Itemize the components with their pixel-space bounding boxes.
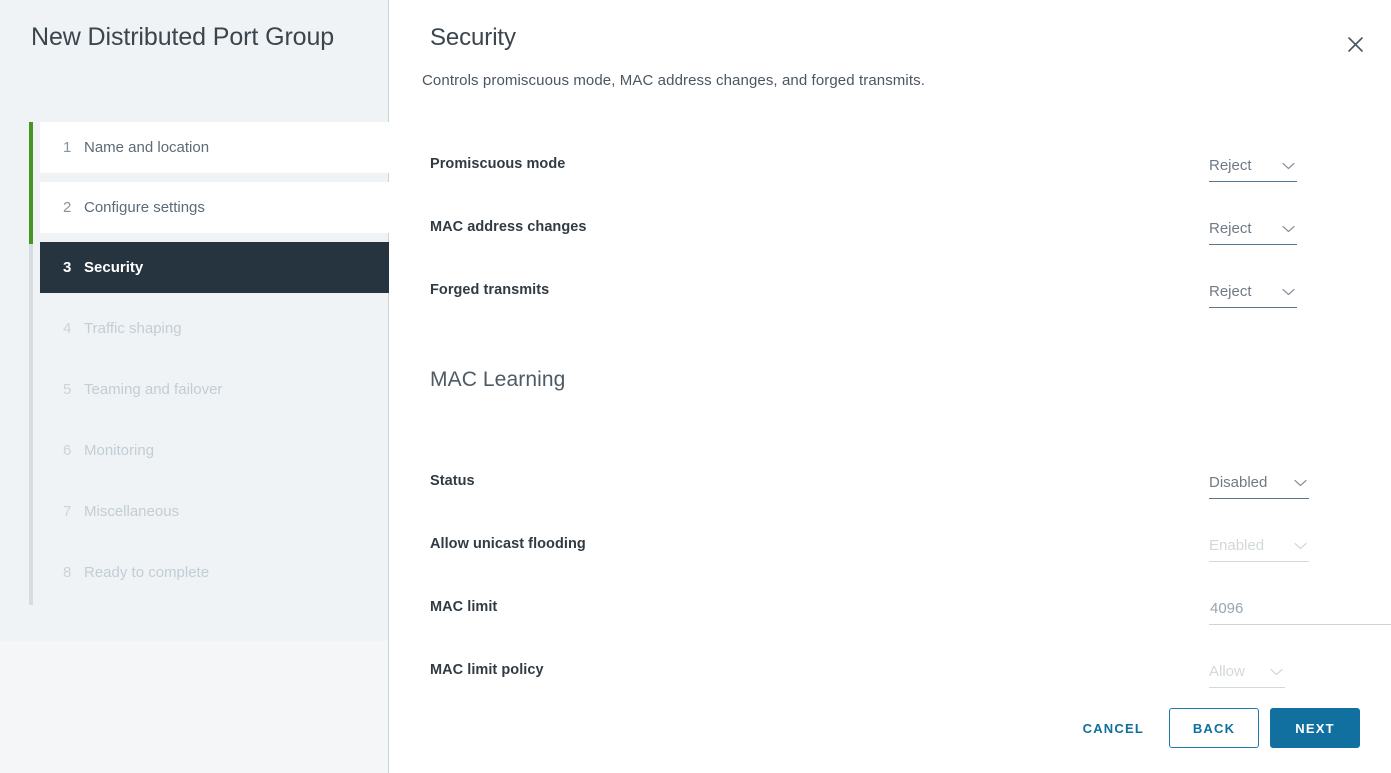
step-gap (0, 476, 389, 486)
cancel-button[interactable]: CANCEL (1069, 708, 1158, 748)
step-number: 2 (63, 199, 72, 216)
chevron-down-icon (1282, 225, 1295, 233)
step-label: Name and location (84, 139, 210, 156)
promiscuous-mode-select[interactable]: Reject (1209, 152, 1297, 182)
step-label: Traffic shaping (84, 320, 182, 337)
back-button[interactable]: BACK (1169, 708, 1259, 748)
form-row-allow-unicast-flooding: Allow unicast flooding Enabled (389, 520, 1391, 583)
new-distributed-port-group-wizard: New Distributed Port Group 1 Name and lo… (0, 0, 1391, 773)
mac-address-changes-select[interactable]: Reject (1209, 215, 1297, 245)
step-gap (0, 293, 389, 303)
allow-unicast-flooding-select: Enabled (1209, 532, 1309, 562)
mac-learning-status-value: Disabled (1209, 474, 1268, 491)
form-row-mac-limit-policy: MAC limit policy Allow (389, 646, 1391, 709)
forged-transmits-value: Reject (1209, 283, 1252, 300)
mac-learning-heading: MAC Learning (430, 368, 566, 391)
form-row-promiscuous-mode: Promiscuous mode Reject (389, 140, 1391, 203)
step-list: 1 Name and location 2 Configure settings… (0, 122, 389, 598)
chevron-down-icon (1282, 288, 1295, 296)
sidebar-item-monitoring: 6 Monitoring (40, 425, 389, 476)
allow-unicast-flooding-field: Enabled (1209, 532, 1309, 562)
chevron-down-icon (1294, 542, 1307, 550)
chevron-down-icon (1270, 668, 1283, 676)
mac-address-changes-value: Reject (1209, 220, 1252, 237)
mac-limit-input[interactable] (1209, 595, 1391, 625)
sidebar-item-miscellaneous: 7 Miscellaneous (40, 486, 389, 537)
step-gap (0, 537, 389, 547)
wizard-title: New Distributed Port Group (31, 23, 335, 51)
chevron-down-icon (1282, 162, 1295, 170)
promiscuous-mode-value: Reject (1209, 157, 1252, 174)
wizard-footer: CANCEL BACK NEXT (1069, 708, 1360, 748)
step-number: 3 (63, 259, 72, 276)
step-number: 8 (63, 564, 72, 581)
sidebar-item-ready-to-complete: 8 Ready to complete (40, 547, 389, 598)
form-row-mac-address-changes: MAC address changes Reject (389, 203, 1391, 266)
step-gap (0, 415, 389, 425)
step-number: 5 (63, 381, 72, 398)
mac-address-changes-field: Reject (1209, 215, 1297, 245)
sidebar-item-teaming-and-failover: 5 Teaming and failover (40, 364, 389, 415)
step-label: Monitoring (84, 442, 155, 459)
mac-limit-policy-field: Allow (1209, 658, 1285, 688)
mac-limit-policy-label: MAC limit policy (430, 662, 544, 678)
promiscuous-mode-field: Reject (1209, 152, 1297, 182)
page-title: Security (430, 24, 516, 51)
chevron-down-icon (1294, 479, 1307, 487)
step-label: Ready to complete (84, 564, 210, 581)
wizard-step-nav: 1 Name and location 2 Configure settings… (0, 122, 389, 605)
sidebar-item-configure-settings[interactable]: 2 Configure settings (40, 182, 389, 233)
allow-unicast-flooding-value: Enabled (1209, 537, 1265, 554)
mac-limit-field (1209, 595, 1391, 625)
step-label: Teaming and failover (84, 381, 223, 398)
step-number: 4 (63, 320, 72, 337)
forged-transmits-select[interactable]: Reject (1209, 278, 1297, 308)
step-number: 7 (63, 503, 72, 520)
mac-learning-status-field: Disabled (1209, 469, 1309, 499)
step-label: Security (84, 259, 144, 276)
form-row-mac-learning-status: Status Disabled (389, 457, 1391, 520)
step-gap (0, 233, 389, 242)
mac-address-changes-label: MAC address changes (430, 219, 587, 235)
mac-limit-policy-value: Allow (1209, 663, 1245, 680)
form-row-mac-limit: MAC limit (389, 583, 1391, 646)
wizard-sidebar: New Distributed Port Group 1 Name and lo… (0, 0, 389, 773)
close-icon (1347, 36, 1364, 53)
allow-unicast-flooding-label: Allow unicast flooding (430, 536, 586, 552)
wizard-main-panel: Security Controls promiscuous mode, MAC … (389, 0, 1391, 773)
step-gap (0, 173, 389, 182)
forged-transmits-label: Forged transmits (430, 282, 550, 298)
step-number: 1 (63, 139, 72, 156)
forged-transmits-field: Reject (1209, 278, 1297, 308)
sidebar-item-name-and-location[interactable]: 1 Name and location (40, 122, 389, 173)
next-button[interactable]: NEXT (1270, 708, 1360, 748)
form-row-forged-transmits: Forged transmits Reject (389, 266, 1391, 329)
mac-learning-status-label: Status (430, 473, 475, 489)
step-number: 6 (63, 442, 72, 459)
promiscuous-mode-label: Promiscuous mode (430, 156, 566, 172)
step-label: Miscellaneous (84, 503, 180, 520)
step-gap (0, 354, 389, 364)
sidebar-item-security[interactable]: 3 Security (40, 242, 389, 293)
step-label: Configure settings (84, 199, 205, 216)
mac-limit-policy-select: Allow (1209, 658, 1285, 688)
mac-learning-status-select[interactable]: Disabled (1209, 469, 1309, 499)
sidebar-item-traffic-shaping: 4 Traffic shaping (40, 303, 389, 354)
sidebar-bottom-fill (0, 641, 388, 773)
page-subtitle: Controls promiscuous mode, MAC address c… (422, 72, 925, 89)
mac-limit-label: MAC limit (430, 599, 498, 615)
close-button[interactable] (1339, 28, 1371, 60)
security-form: Promiscuous mode Reject MAC address chan… (389, 140, 1391, 709)
